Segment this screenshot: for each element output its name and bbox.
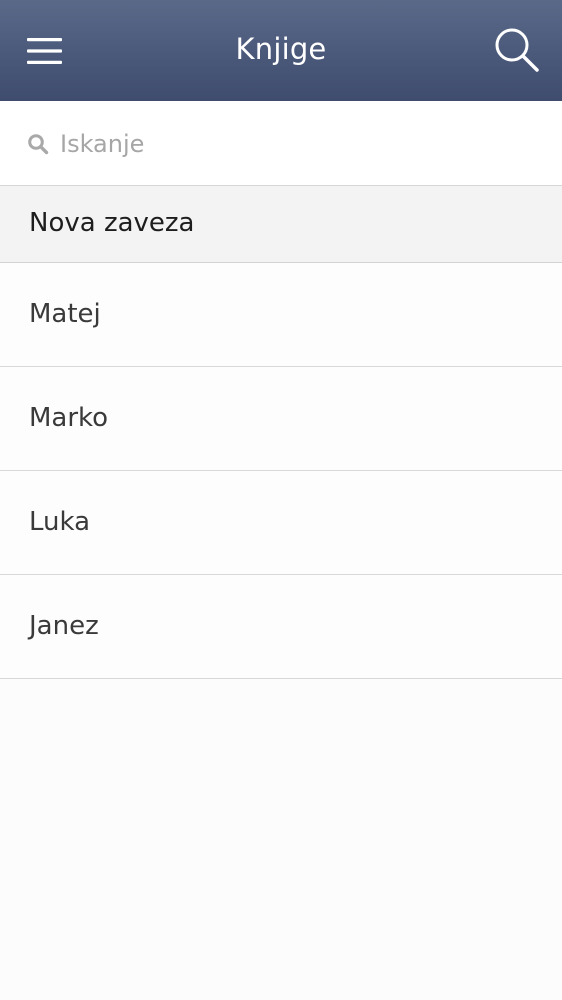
top-app-bar: Knjige bbox=[0, 0, 562, 101]
list-item[interactable]: Marko bbox=[0, 367, 562, 471]
section-header: Nova zaveza bbox=[0, 186, 562, 263]
list-item-label: Marko bbox=[29, 403, 109, 433]
search-icon bbox=[28, 134, 49, 155]
search-button[interactable] bbox=[486, 20, 548, 80]
page-title: Knjige bbox=[235, 32, 327, 66]
list-item[interactable]: Janez bbox=[0, 575, 562, 679]
list-item[interactable]: Matej bbox=[0, 263, 562, 367]
search-bar bbox=[0, 101, 562, 186]
list-item[interactable]: Luka bbox=[0, 471, 562, 575]
book-list: Matej Marko Luka Janez bbox=[0, 263, 562, 679]
search-icon bbox=[495, 28, 539, 72]
section-title: Nova zaveza bbox=[29, 208, 195, 238]
list-item-label: Janez bbox=[29, 611, 99, 641]
search-input[interactable] bbox=[60, 121, 530, 167]
menu-button[interactable] bbox=[16, 25, 74, 77]
hamburger-menu-icon bbox=[27, 38, 62, 64]
app-screen: Knjige Nova zaveza Matej Marko Luka Jane… bbox=[0, 0, 562, 1000]
list-item-label: Matej bbox=[29, 299, 101, 329]
list-item-label: Luka bbox=[29, 507, 91, 537]
